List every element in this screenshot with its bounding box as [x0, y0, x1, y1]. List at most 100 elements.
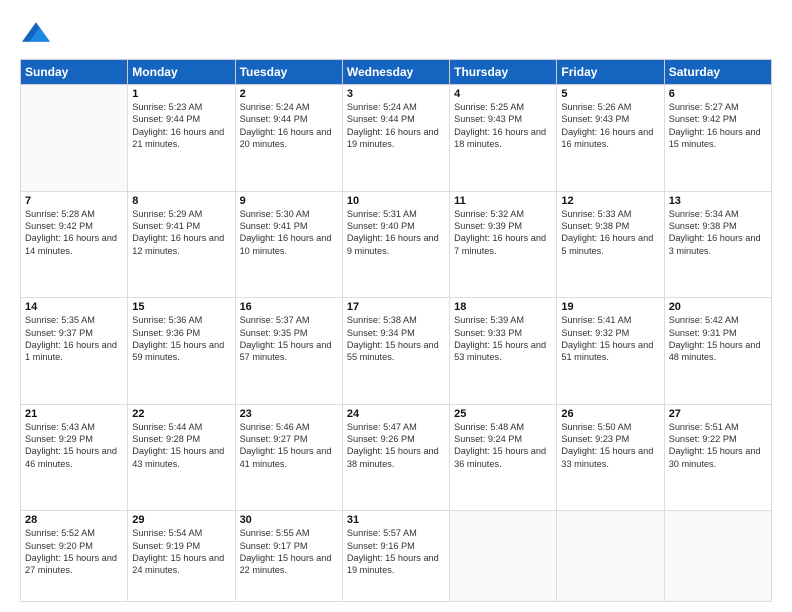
- calendar-cell: 2Sunrise: 5:24 AMSunset: 9:44 PMDaylight…: [235, 85, 342, 192]
- cell-date: 5: [561, 88, 659, 100]
- cell-date: 10: [347, 195, 445, 207]
- cell-info: Sunrise: 5:44 AMSunset: 9:28 PMDaylight:…: [132, 421, 230, 471]
- cell-date: 12: [561, 195, 659, 207]
- calendar-cell: 18Sunrise: 5:39 AMSunset: 9:33 PMDayligh…: [450, 298, 557, 405]
- calendar-cell: 31Sunrise: 5:57 AMSunset: 9:16 PMDayligh…: [342, 511, 449, 602]
- calendar-cell: 16Sunrise: 5:37 AMSunset: 9:35 PMDayligh…: [235, 298, 342, 405]
- header: [20, 18, 772, 49]
- cell-info: Sunrise: 5:57 AMSunset: 9:16 PMDaylight:…: [347, 527, 445, 577]
- header-row: Sunday Monday Tuesday Wednesday Thursday…: [21, 60, 772, 85]
- week-row-1: 1Sunrise: 5:23 AMSunset: 9:44 PMDaylight…: [21, 85, 772, 192]
- cell-info: Sunrise: 5:46 AMSunset: 9:27 PMDaylight:…: [240, 421, 338, 471]
- calendar-cell: 4Sunrise: 5:25 AMSunset: 9:43 PMDaylight…: [450, 85, 557, 192]
- calendar-cell: 13Sunrise: 5:34 AMSunset: 9:38 PMDayligh…: [664, 191, 771, 298]
- col-saturday: Saturday: [664, 60, 771, 85]
- calendar-cell: 17Sunrise: 5:38 AMSunset: 9:34 PMDayligh…: [342, 298, 449, 405]
- cell-info: Sunrise: 5:54 AMSunset: 9:19 PMDaylight:…: [132, 527, 230, 577]
- calendar-cell: [664, 511, 771, 602]
- cell-date: 8: [132, 195, 230, 207]
- week-row-4: 21Sunrise: 5:43 AMSunset: 9:29 PMDayligh…: [21, 404, 772, 511]
- week-row-2: 7Sunrise: 5:28 AMSunset: 9:42 PMDaylight…: [21, 191, 772, 298]
- logo: [20, 22, 50, 49]
- cell-info: Sunrise: 5:36 AMSunset: 9:36 PMDaylight:…: [132, 314, 230, 364]
- col-sunday: Sunday: [21, 60, 128, 85]
- cell-date: 13: [669, 195, 767, 207]
- calendar-cell: 7Sunrise: 5:28 AMSunset: 9:42 PMDaylight…: [21, 191, 128, 298]
- week-row-3: 14Sunrise: 5:35 AMSunset: 9:37 PMDayligh…: [21, 298, 772, 405]
- cell-info: Sunrise: 5:25 AMSunset: 9:43 PMDaylight:…: [454, 101, 552, 151]
- cell-date: 18: [454, 301, 552, 313]
- calendar-cell: 3Sunrise: 5:24 AMSunset: 9:44 PMDaylight…: [342, 85, 449, 192]
- cell-date: 20: [669, 301, 767, 313]
- cell-date: 15: [132, 301, 230, 313]
- cell-info: Sunrise: 5:37 AMSunset: 9:35 PMDaylight:…: [240, 314, 338, 364]
- calendar-cell: [557, 511, 664, 602]
- cell-info: Sunrise: 5:43 AMSunset: 9:29 PMDaylight:…: [25, 421, 123, 471]
- col-thursday: Thursday: [450, 60, 557, 85]
- logo-icon: [22, 20, 50, 44]
- cell-info: Sunrise: 5:26 AMSunset: 9:43 PMDaylight:…: [561, 101, 659, 151]
- calendar-cell: [21, 85, 128, 192]
- cell-date: 26: [561, 408, 659, 420]
- cell-info: Sunrise: 5:23 AMSunset: 9:44 PMDaylight:…: [132, 101, 230, 151]
- calendar-cell: 11Sunrise: 5:32 AMSunset: 9:39 PMDayligh…: [450, 191, 557, 298]
- cell-info: Sunrise: 5:42 AMSunset: 9:31 PMDaylight:…: [669, 314, 767, 364]
- cell-date: 19: [561, 301, 659, 313]
- cell-date: 2: [240, 88, 338, 100]
- cell-info: Sunrise: 5:29 AMSunset: 9:41 PMDaylight:…: [132, 208, 230, 258]
- calendar-cell: 24Sunrise: 5:47 AMSunset: 9:26 PMDayligh…: [342, 404, 449, 511]
- cell-date: 30: [240, 514, 338, 526]
- cell-info: Sunrise: 5:50 AMSunset: 9:23 PMDaylight:…: [561, 421, 659, 471]
- calendar-cell: 14Sunrise: 5:35 AMSunset: 9:37 PMDayligh…: [21, 298, 128, 405]
- cell-info: Sunrise: 5:41 AMSunset: 9:32 PMDaylight:…: [561, 314, 659, 364]
- cell-date: 4: [454, 88, 552, 100]
- cell-date: 23: [240, 408, 338, 420]
- calendar-cell: 6Sunrise: 5:27 AMSunset: 9:42 PMDaylight…: [664, 85, 771, 192]
- cell-info: Sunrise: 5:48 AMSunset: 9:24 PMDaylight:…: [454, 421, 552, 471]
- cell-info: Sunrise: 5:33 AMSunset: 9:38 PMDaylight:…: [561, 208, 659, 258]
- cell-date: 31: [347, 514, 445, 526]
- calendar-cell: 30Sunrise: 5:55 AMSunset: 9:17 PMDayligh…: [235, 511, 342, 602]
- cell-info: Sunrise: 5:39 AMSunset: 9:33 PMDaylight:…: [454, 314, 552, 364]
- calendar-cell: 25Sunrise: 5:48 AMSunset: 9:24 PMDayligh…: [450, 404, 557, 511]
- cell-date: 25: [454, 408, 552, 420]
- col-tuesday: Tuesday: [235, 60, 342, 85]
- cell-date: 27: [669, 408, 767, 420]
- calendar-cell: 5Sunrise: 5:26 AMSunset: 9:43 PMDaylight…: [557, 85, 664, 192]
- calendar-cell: 9Sunrise: 5:30 AMSunset: 9:41 PMDaylight…: [235, 191, 342, 298]
- cell-info: Sunrise: 5:24 AMSunset: 9:44 PMDaylight:…: [347, 101, 445, 151]
- cell-info: Sunrise: 5:51 AMSunset: 9:22 PMDaylight:…: [669, 421, 767, 471]
- cell-info: Sunrise: 5:35 AMSunset: 9:37 PMDaylight:…: [25, 314, 123, 364]
- cell-info: Sunrise: 5:38 AMSunset: 9:34 PMDaylight:…: [347, 314, 445, 364]
- cell-date: 16: [240, 301, 338, 313]
- calendar-cell: 10Sunrise: 5:31 AMSunset: 9:40 PMDayligh…: [342, 191, 449, 298]
- cell-date: 17: [347, 301, 445, 313]
- cell-date: 28: [25, 514, 123, 526]
- cell-date: 1: [132, 88, 230, 100]
- cell-info: Sunrise: 5:55 AMSunset: 9:17 PMDaylight:…: [240, 527, 338, 577]
- calendar-cell: 15Sunrise: 5:36 AMSunset: 9:36 PMDayligh…: [128, 298, 235, 405]
- calendar-cell: 8Sunrise: 5:29 AMSunset: 9:41 PMDaylight…: [128, 191, 235, 298]
- cell-info: Sunrise: 5:30 AMSunset: 9:41 PMDaylight:…: [240, 208, 338, 258]
- calendar-cell: 26Sunrise: 5:50 AMSunset: 9:23 PMDayligh…: [557, 404, 664, 511]
- cell-date: 24: [347, 408, 445, 420]
- col-monday: Monday: [128, 60, 235, 85]
- calendar-cell: 21Sunrise: 5:43 AMSunset: 9:29 PMDayligh…: [21, 404, 128, 511]
- cell-date: 11: [454, 195, 552, 207]
- week-row-5: 28Sunrise: 5:52 AMSunset: 9:20 PMDayligh…: [21, 511, 772, 602]
- cell-date: 21: [25, 408, 123, 420]
- cell-info: Sunrise: 5:27 AMSunset: 9:42 PMDaylight:…: [669, 101, 767, 151]
- calendar-cell: 12Sunrise: 5:33 AMSunset: 9:38 PMDayligh…: [557, 191, 664, 298]
- cell-info: Sunrise: 5:47 AMSunset: 9:26 PMDaylight:…: [347, 421, 445, 471]
- cell-date: 14: [25, 301, 123, 313]
- cell-info: Sunrise: 5:34 AMSunset: 9:38 PMDaylight:…: [669, 208, 767, 258]
- page: Sunday Monday Tuesday Wednesday Thursday…: [0, 0, 792, 612]
- cell-info: Sunrise: 5:52 AMSunset: 9:20 PMDaylight:…: [25, 527, 123, 577]
- calendar-cell: 29Sunrise: 5:54 AMSunset: 9:19 PMDayligh…: [128, 511, 235, 602]
- calendar-cell: 1Sunrise: 5:23 AMSunset: 9:44 PMDaylight…: [128, 85, 235, 192]
- cell-date: 6: [669, 88, 767, 100]
- cell-date: 3: [347, 88, 445, 100]
- cell-info: Sunrise: 5:31 AMSunset: 9:40 PMDaylight:…: [347, 208, 445, 258]
- calendar-table: Sunday Monday Tuesday Wednesday Thursday…: [20, 59, 772, 602]
- calendar-cell: 28Sunrise: 5:52 AMSunset: 9:20 PMDayligh…: [21, 511, 128, 602]
